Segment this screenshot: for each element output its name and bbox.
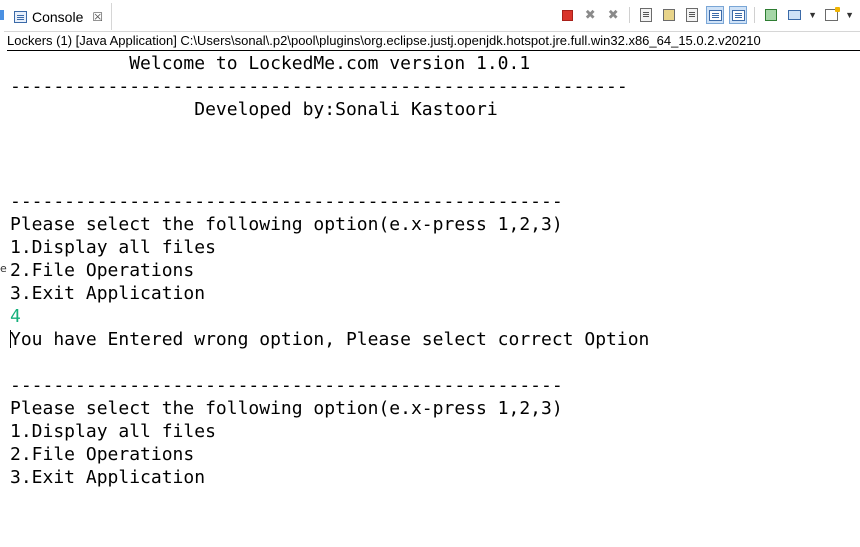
console-line: Please select the following option(e.x-p…: [10, 398, 563, 419]
console-line: 3.Exit Application: [10, 467, 206, 488]
console-line: ----------------------------------------…: [10, 375, 563, 396]
close-icon[interactable]: ☒: [92, 10, 103, 24]
remove-launch-button[interactable]: ✖: [581, 6, 599, 24]
console-icon: [14, 10, 27, 23]
show-console-stderr-button[interactable]: [729, 6, 748, 24]
open-console-icon: [824, 7, 840, 21]
show-console-on-stdout-icon: [708, 9, 722, 21]
display-selected-console-icon: [787, 10, 801, 20]
console-line: 3.Exit Application: [10, 283, 206, 304]
toolbar-separator: [629, 7, 631, 23]
tab-console[interactable]: Console ☒: [8, 3, 112, 30]
remove-all-terminated-button[interactable]: ✖: [604, 6, 622, 24]
clear-console-button[interactable]: [637, 6, 655, 24]
console-line: Developed by:Sonali Kastoori: [10, 99, 498, 120]
text-cursor: [10, 330, 11, 348]
chevron-down-icon[interactable]: ▼: [845, 10, 854, 20]
console-toolbar: ✖ ✖ ▼ ▼: [558, 5, 854, 25]
console-line: 2.File Operations: [10, 260, 195, 281]
console-line: You have Entered wrong option, Please se…: [10, 329, 650, 350]
remove-all-terminated-icon: ✖: [607, 7, 619, 23]
toolbar-separator: [754, 7, 756, 23]
process-description: Lockers (1) [Java Application] C:\Users\…: [7, 33, 761, 48]
console-line: Welcome to LockedMe.com version 1.0.1: [10, 53, 531, 74]
display-selected-console-button[interactable]: [785, 6, 803, 24]
console-line: 2.File Operations: [10, 444, 195, 465]
pin-console-icon: [765, 9, 778, 21]
show-console-stdout-button[interactable]: [706, 6, 725, 24]
gutter-glyph: e: [0, 262, 7, 275]
pin-console-button[interactable]: [762, 6, 780, 24]
open-console-button[interactable]: [822, 6, 840, 24]
console-line: 1.Display all files: [10, 237, 216, 258]
left-gutter: e: [0, 0, 7, 547]
show-console-on-stderr-icon: [731, 9, 745, 21]
console-line: Please select the following option(e.x-p…: [10, 214, 563, 235]
clear-console-icon: [640, 8, 653, 22]
chevron-down-icon[interactable]: ▼: [808, 10, 817, 20]
console-line: ----------------------------------------…: [10, 76, 628, 97]
console-output[interactable]: Welcome to LockedMe.com version 1.0.1 ---…: [10, 52, 860, 547]
word-wrap-button[interactable]: [683, 6, 701, 24]
tab-console-label: Console: [32, 8, 84, 25]
console-line: ----------------------------------------…: [10, 191, 563, 212]
terminate-icon: [561, 9, 573, 21]
console-line: 1.Display all files: [10, 421, 216, 442]
word-wrap-icon: [686, 8, 699, 22]
console-user-input: 4: [10, 306, 21, 327]
console-view-header: Console ☒ ✖ ✖ ▼ ▼: [4, 0, 860, 32]
process-description-underline: [7, 50, 860, 51]
terminate-button[interactable]: [558, 6, 576, 24]
scroll-lock-button[interactable]: [660, 6, 678, 24]
remove-launch-icon: ✖: [584, 7, 596, 23]
scroll-lock-icon: [663, 9, 676, 21]
